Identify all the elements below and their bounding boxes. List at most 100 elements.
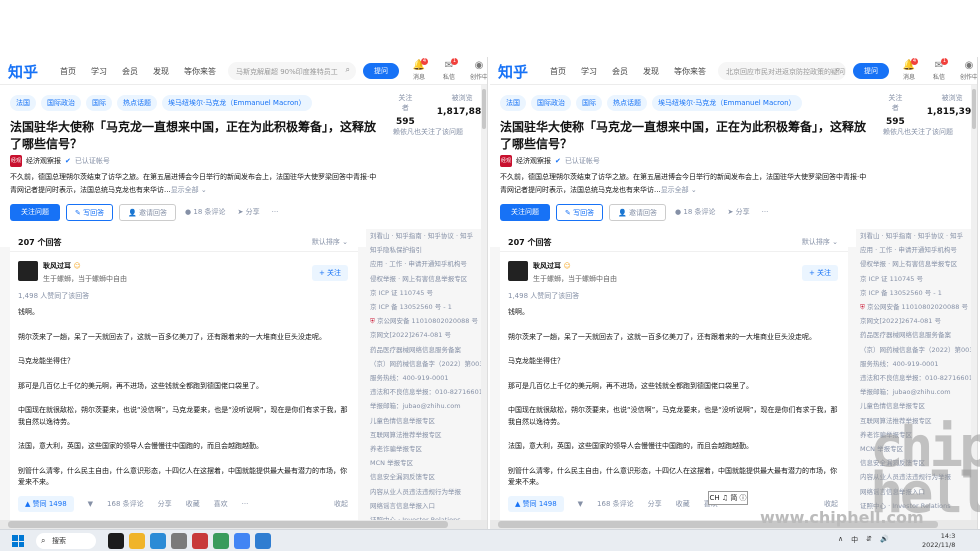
creator-button[interactable]: ◉ 创作中 [958, 60, 977, 81]
nav-waiting[interactable]: 等你来答 [184, 66, 216, 77]
app-icon[interactable] [192, 533, 208, 549]
tag-france[interactable]: 法国 [500, 95, 526, 111]
creator-button[interactable]: ◉ 创作中 [468, 60, 487, 81]
footer-line[interactable]: 知乎隐私保护指引 [370, 243, 487, 257]
share-button[interactable]: ➤ 分享 [235, 204, 263, 221]
comments-button[interactable]: ● 18 条评论 [672, 204, 718, 221]
nav-discover[interactable]: 发现 [153, 66, 169, 77]
follow-note[interactable]: 赖依凡也关注了该问题 [883, 127, 953, 137]
edge-icon[interactable] [255, 533, 271, 549]
footer-line[interactable]: 应用 · 工作 · 申请开通知乎机构号 [860, 243, 977, 257]
collect-button[interactable]: 收藏 [676, 499, 690, 509]
more-button[interactable]: ··· [759, 204, 772, 221]
invite-answer-button[interactable]: 👤 邀请回答 [609, 204, 667, 221]
zhihu-logo[interactable]: 知乎 [8, 61, 38, 82]
follow-note[interactable]: 赖依凡也关注了该问题 [393, 127, 463, 137]
footer-line[interactable]: （京）网药械信息备字（2022）第00334 号 [860, 343, 977, 357]
footer-line[interactable]: 应用 · 工作 · 申请开通知乎机构号 [370, 257, 487, 271]
scroll-thumb[interactable] [8, 521, 448, 528]
network-icon[interactable]: ⇵ [866, 535, 872, 545]
ask-button[interactable]: 提问 [853, 63, 889, 79]
write-answer-button[interactable]: ✎ 写回答 [556, 204, 604, 221]
footer-line[interactable]: 刘看山 · 知乎指南 · 知乎协议 · 知乎 [370, 229, 487, 243]
search-icon[interactable]: ⌕ [836, 65, 840, 75]
avatar[interactable] [18, 261, 38, 281]
ime-indicator[interactable]: CH ♫ 简 ⓘ [708, 491, 748, 505]
tray-chevron-icon[interactable]: ∧ [838, 535, 843, 545]
downvote-button[interactable]: ▼ [88, 500, 93, 508]
tag-macron[interactable]: 埃马纽埃尔·马克龙（Emmanuel Macron） [162, 95, 312, 111]
clock[interactable]: 14:3 2022/11/8 [922, 532, 955, 550]
footer-line[interactable]: 京网文[2022]2674-081 号 [860, 314, 977, 328]
volume-icon[interactable]: 🔊 [880, 535, 889, 545]
scroll-thumb[interactable] [482, 89, 486, 129]
like-button[interactable]: 喜欢 [214, 499, 228, 509]
chevron-down-icon[interactable]: ⌄ [689, 186, 697, 194]
footer-line[interactable]: 刘看山 · 知乎指南 · 知乎协议 · 知乎 [860, 229, 977, 243]
nav-vip[interactable]: 会员 [122, 66, 138, 77]
answer-comments-button[interactable]: 168 条评论 [597, 499, 634, 509]
author-name[interactable]: 经济观察报 [26, 156, 61, 166]
footer-line[interactable]: 互联网算法推荐举报专区 [370, 428, 487, 442]
sort-dropdown[interactable]: 默认排序 ⌄ [312, 237, 348, 247]
windows-start-icon[interactable] [12, 535, 24, 547]
task-view-icon[interactable] [108, 533, 124, 549]
nav-learn[interactable]: 学习 [581, 66, 597, 77]
file-explorer-icon[interactable] [129, 533, 145, 549]
tag-intl-politics[interactable]: 国际政治 [41, 95, 81, 111]
footer-line[interactable]: 儿童色情信息举报专区 [370, 414, 487, 428]
chevron-down-icon[interactable]: ⌄ [199, 186, 207, 194]
answer-share-button[interactable]: 分享 [648, 499, 662, 509]
footer-line[interactable]: 信息安全漏洞反馈专区 [370, 470, 487, 484]
answer-share-button[interactable]: 分享 [158, 499, 172, 509]
tag-intl-politics[interactable]: 国际政治 [531, 95, 571, 111]
search-input[interactable]: 北京回应市民对进返京防控政策的疑问 ⌕ [718, 62, 846, 80]
footer-line[interactable]: ⛨ 京公网安备 11010802020088 号 [370, 314, 487, 328]
collapse-button[interactable]: 收起 [334, 499, 348, 509]
user-name[interactable]: 耿风过耳 ☺ [43, 261, 127, 271]
footer-line[interactable]: 药品医疗器械网络信息服务备案 [860, 328, 977, 342]
footer-line[interactable]: 网络谣言信息举报入口 [370, 499, 487, 513]
footer-line[interactable]: 养老诈骗举报专区 [370, 442, 487, 456]
nav-discover[interactable]: 发现 [643, 66, 659, 77]
edge-icon[interactable] [150, 533, 166, 549]
author-avatar[interactable]: 经观 [10, 155, 22, 167]
footer-line[interactable]: 京 ICP 备 13052560 号 - 1 [860, 286, 977, 300]
invite-answer-button[interactable]: 👤 邀请回答 [119, 204, 177, 221]
ask-button[interactable]: 提问 [363, 63, 399, 79]
tag-hot[interactable]: 热点话题 [117, 95, 157, 111]
search-icon[interactable]: ⌕ [346, 65, 350, 75]
upvote-button[interactable]: ▲ 赞同 1498 [18, 496, 74, 512]
tag-hot[interactable]: 热点话题 [607, 95, 647, 111]
app-icon[interactable] [171, 533, 187, 549]
follow-user-button[interactable]: + 关注 [802, 265, 838, 281]
tag-france[interactable]: 法国 [10, 95, 36, 111]
answer-more-button[interactable]: ··· [242, 500, 249, 508]
zhihu-logo[interactable]: 知乎 [498, 61, 528, 82]
tag-intl[interactable]: 国际 [576, 95, 602, 111]
dm-button[interactable]: ✉ 1 私信 [438, 58, 460, 81]
taskbar-search[interactable]: ⌕ 搜索 [36, 533, 96, 549]
footer-line[interactable]: 侵权举报 · 网上有害信息举报专区 [370, 272, 487, 286]
nav-home[interactable]: 首页 [550, 66, 566, 77]
author-avatar[interactable]: 经观 [500, 155, 512, 167]
tag-intl[interactable]: 国际 [86, 95, 112, 111]
write-answer-button[interactable]: ✎ 写回答 [66, 204, 114, 221]
footer-line[interactable]: 京网文[2022]2674-081 号 [370, 328, 487, 342]
footer-line[interactable]: （京）网药械信息备字（2022）第00334 号 [370, 357, 487, 371]
footer-line[interactable]: 京 ICP 证 110745 号 [370, 286, 487, 300]
author-name[interactable]: 经济观察报 [516, 156, 551, 166]
footer-line[interactable]: MCN 举报专区 [370, 456, 487, 470]
footer-line[interactable]: 内容从业人员违法违规行为举报 [370, 485, 487, 499]
footer-line[interactable]: 京 ICP 证 110745 号 [860, 272, 977, 286]
follow-question-button[interactable]: 关注问题 [10, 204, 60, 221]
user-name[interactable]: 耿风过耳 ☺ [533, 261, 617, 271]
tag-macron[interactable]: 埃马纽埃尔·马克龙（Emmanuel Macron） [652, 95, 802, 111]
nav-home[interactable]: 首页 [60, 66, 76, 77]
ime-lang-icon[interactable]: 中 [851, 535, 858, 545]
footer-line[interactable]: 京 ICP 备 13052560 号 - 1 [370, 300, 487, 314]
upvote-button[interactable]: ▲ 赞同 1498 [508, 496, 564, 512]
collect-button[interactable]: 收藏 [186, 499, 200, 509]
messages-button[interactable]: 🔔 4 消息 [898, 58, 920, 81]
show-all-link[interactable]: 显示全部 [661, 186, 689, 194]
